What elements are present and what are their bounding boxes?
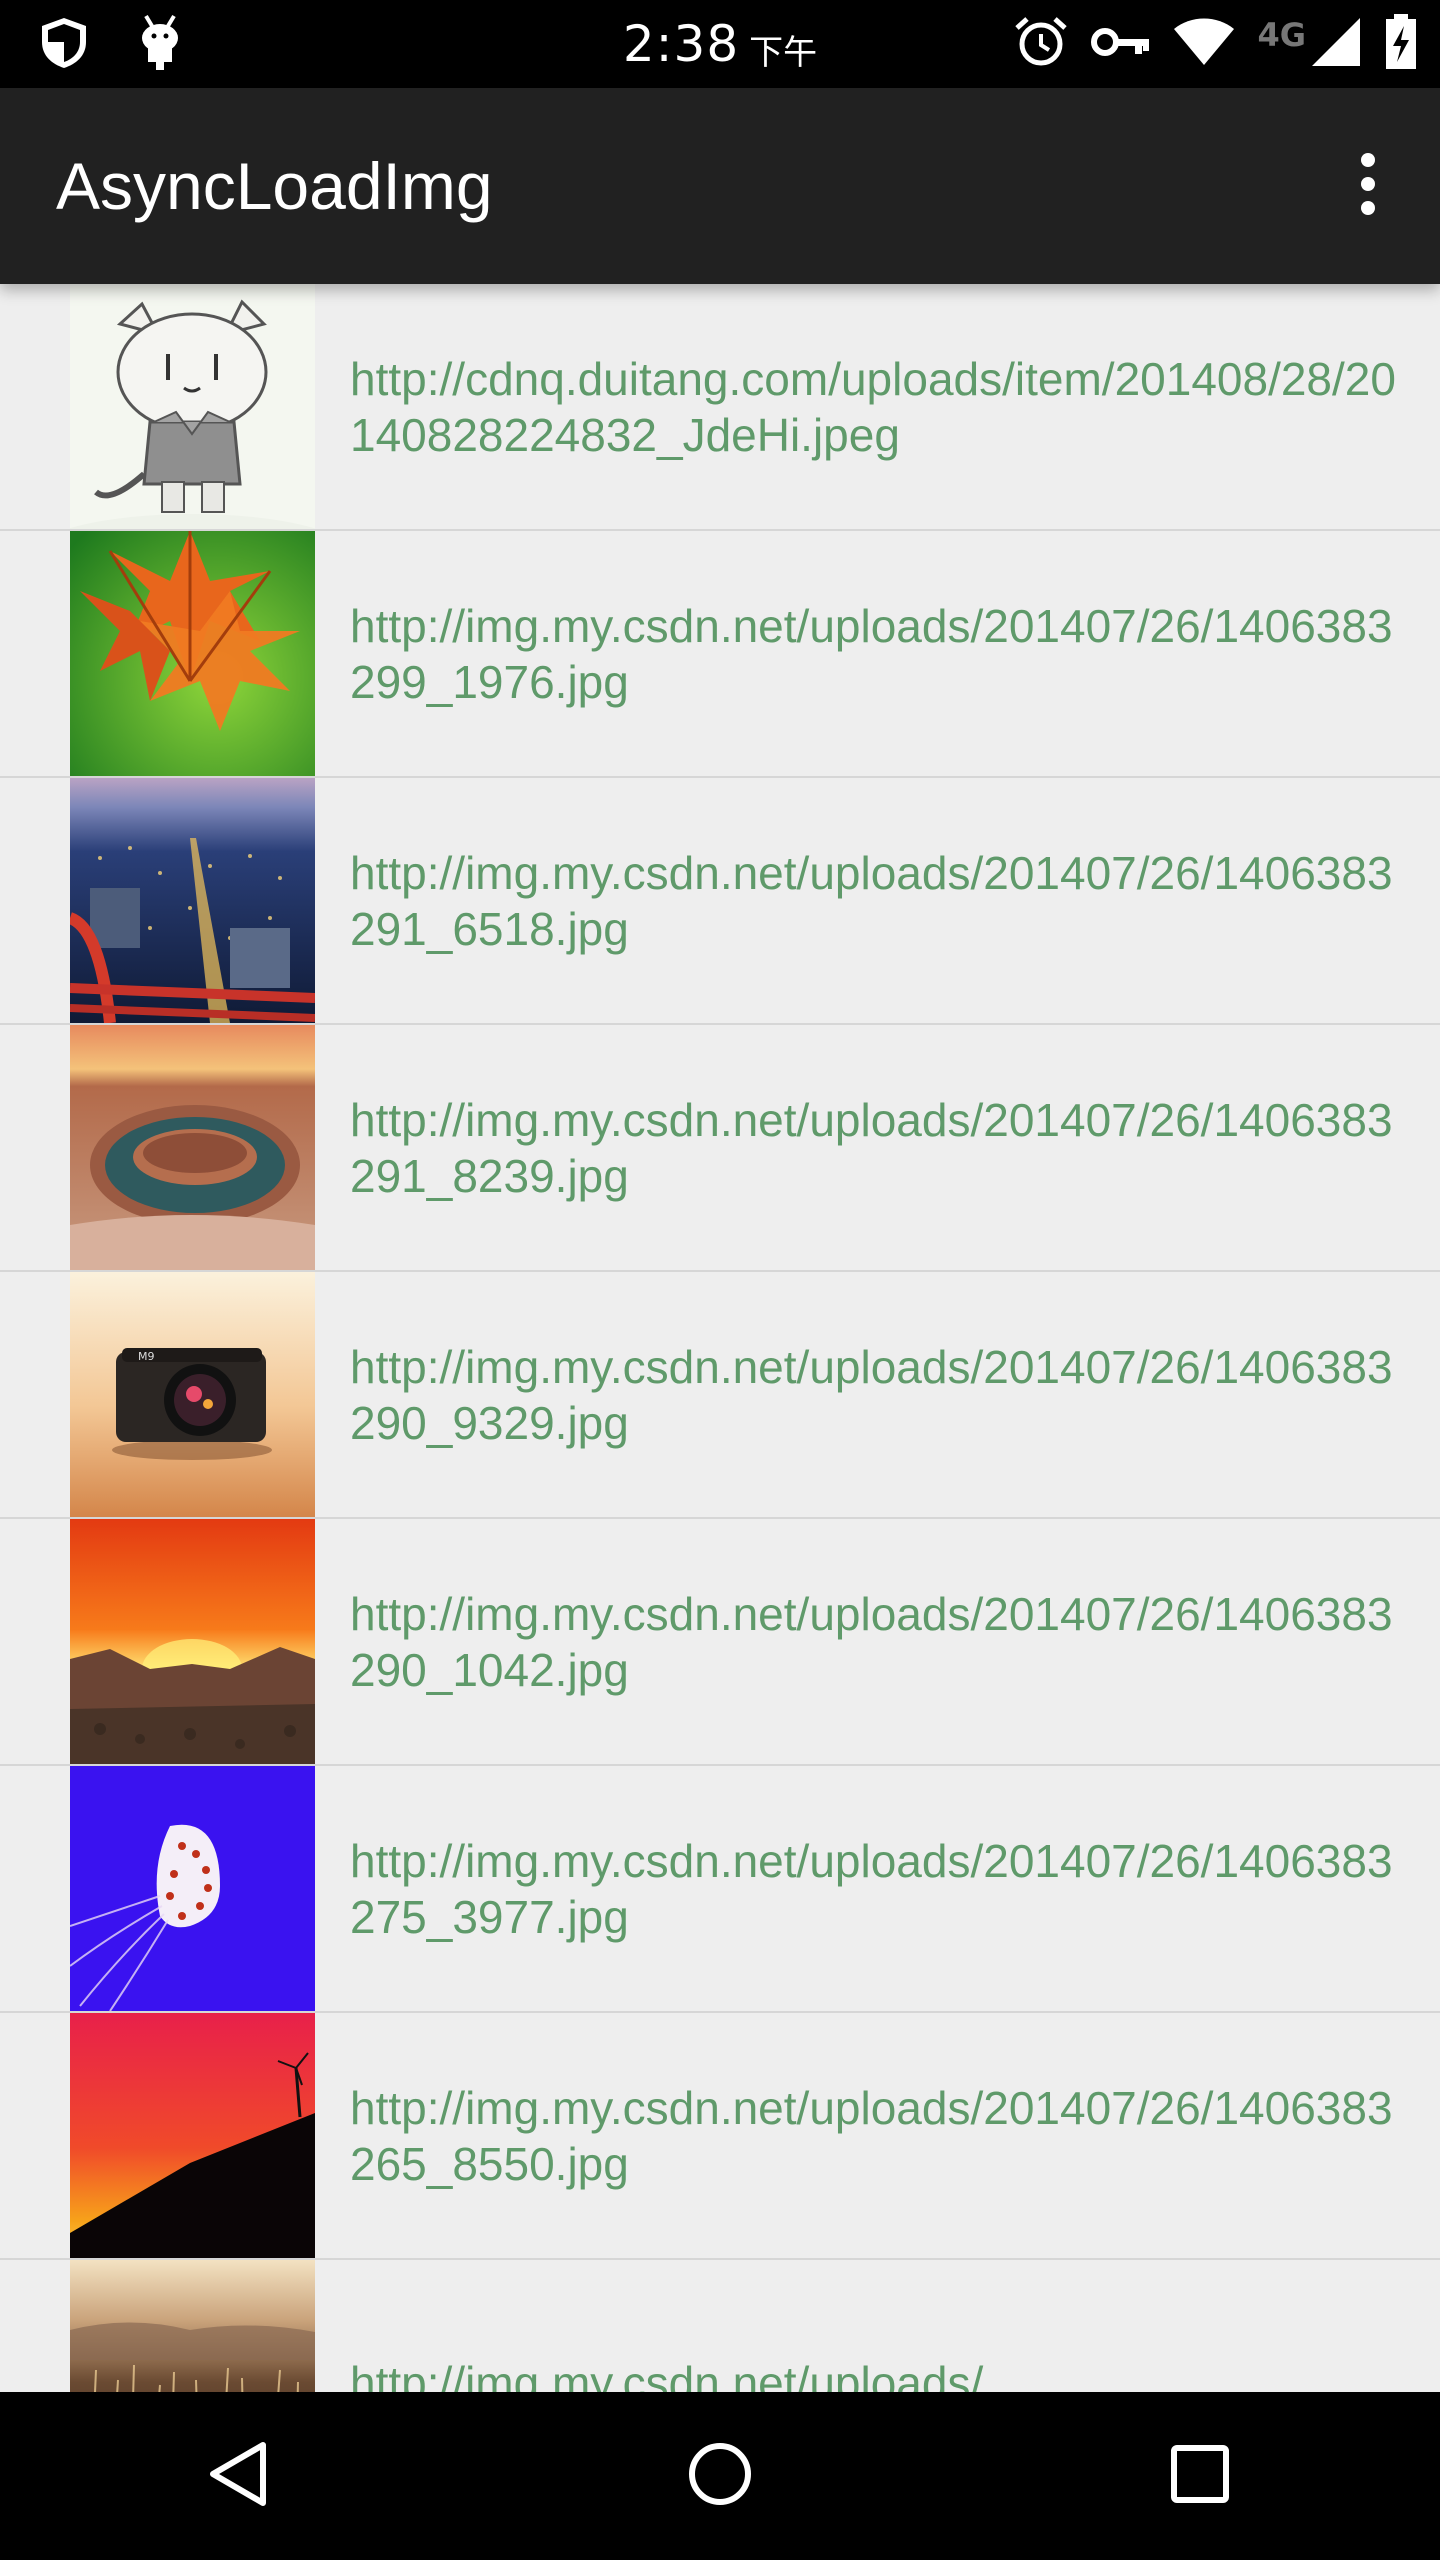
thumbnail-image <box>70 1025 315 1270</box>
navigation-bar <box>0 2392 1440 2560</box>
thumbnail-image <box>70 531 315 776</box>
list-item[interactable]: http://img.my.csdn.net/uploads/201407/26… <box>0 1766 1440 2013</box>
item-url: http://img.my.csdn.net/uploads/201407/26… <box>350 1093 1393 1202</box>
alarm-icon <box>1013 14 1069 74</box>
thumbnail-image <box>70 2260 315 2392</box>
item-url: http://img.my.csdn.net/uploads/201407/26… <box>350 1834 1393 1943</box>
status-time: 2:38 <box>622 15 740 73</box>
status-ampm: 下午 <box>749 32 818 73</box>
thumbnail-image: M9 <box>70 1272 315 1517</box>
thumbnail-image <box>70 1766 315 2011</box>
list-item[interactable]: http://img.my.csdn.net/uploads/201407/26… <box>0 778 1440 1025</box>
vpn-key-icon <box>1091 22 1151 66</box>
home-button[interactable] <box>650 2406 790 2546</box>
recents-icon <box>1168 2442 1232 2510</box>
thumbnail-image <box>70 1519 315 1764</box>
item-url: http://img.my.csdn.net/uploads/ <box>350 2356 984 2393</box>
back-button[interactable] <box>170 2406 310 2546</box>
app-bar: AsyncLoadImg <box>0 88 1440 284</box>
overflow-menu-button[interactable] <box>1320 138 1416 234</box>
screen: 2:38 下午 4G AsyncLoadImg http://cdnq.duit… <box>0 0 1440 2560</box>
list-item[interactable]: http://img.my.csdn.net/uploads/201407/26… <box>0 1519 1440 1766</box>
item-url: http://cdnq.duitang.com/uploads/item/201… <box>350 352 1396 461</box>
list-item[interactable]: http://img.my.csdn.net/uploads/201407/26… <box>0 1025 1440 1272</box>
home-icon <box>685 2439 755 2513</box>
recents-button[interactable] <box>1130 2406 1270 2546</box>
svg-text:M9: M9 <box>138 1350 155 1363</box>
list-item[interactable]: http://cdnq.duitang.com/uploads/item/201… <box>0 284 1440 531</box>
wifi-icon <box>1173 17 1235 71</box>
item-url: http://img.my.csdn.net/uploads/201407/26… <box>350 1587 1393 1696</box>
thumbnail-image <box>70 284 315 529</box>
more-vert-icon <box>1356 152 1380 220</box>
battery-charging-icon <box>1384 14 1418 74</box>
thumbnail-image <box>70 2013 315 2258</box>
image-list[interactable]: http://cdnq.duitang.com/uploads/item/201… <box>0 284 1440 2392</box>
status-bar: 2:38 下午 4G <box>0 0 1440 88</box>
item-url: http://img.my.csdn.net/uploads/201407/26… <box>350 846 1393 955</box>
cell-signal-icon <box>1310 16 1362 72</box>
item-url: http://img.my.csdn.net/uploads/201407/26… <box>350 2081 1393 2190</box>
status-right-icons: 4G <box>1013 12 1418 76</box>
list-item[interactable]: http://img.my.csdn.net/uploads/201407/26… <box>0 531 1440 778</box>
item-url: http://img.my.csdn.net/uploads/201407/26… <box>350 599 1393 708</box>
item-url: http://img.my.csdn.net/uploads/201407/26… <box>350 1340 1393 1449</box>
thumbnail-image <box>70 778 315 1023</box>
list-item[interactable]: http://img.my.csdn.net/uploads/201407/26… <box>0 2013 1440 2260</box>
list-item[interactable]: http://img.my.csdn.net/uploads/ <box>0 2260 1440 2392</box>
list-item[interactable]: M9 http://img.my.csdn.net/uploads/201407… <box>0 1272 1440 1519</box>
back-icon <box>205 2439 275 2513</box>
network-type-label: 4G <box>1257 16 1306 54</box>
app-title: AsyncLoadImg <box>56 149 493 223</box>
